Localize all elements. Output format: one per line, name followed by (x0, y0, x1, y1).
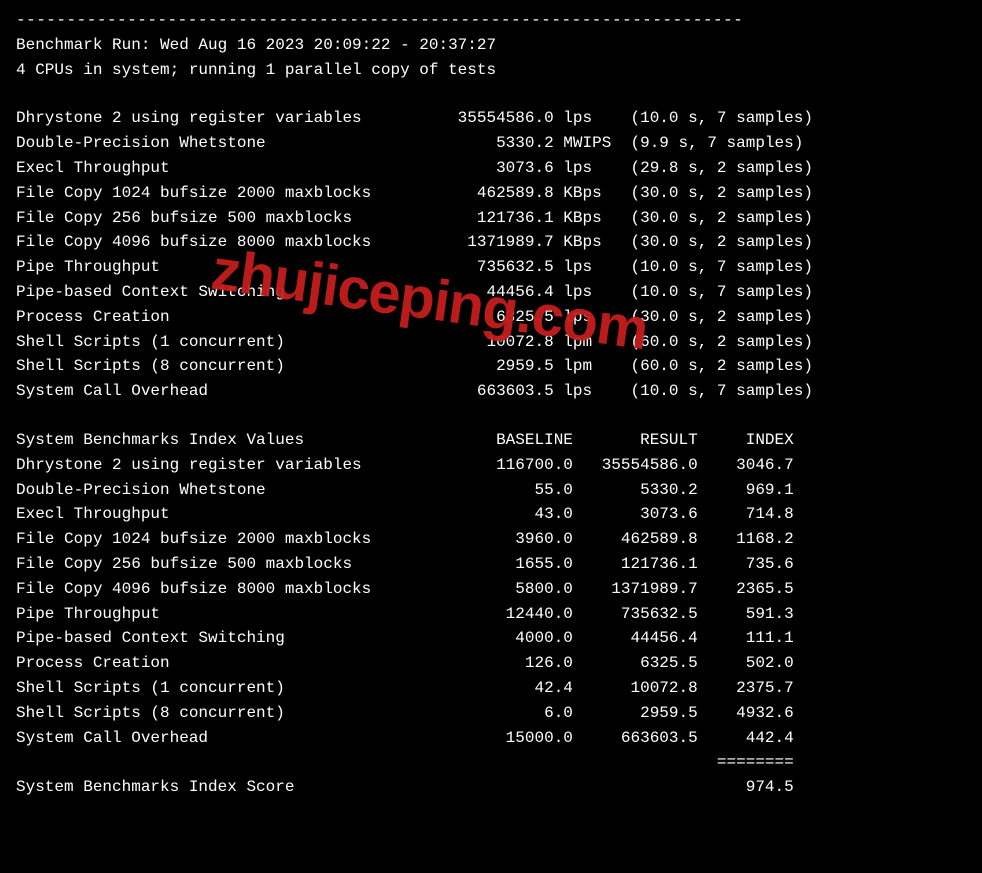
index-row: Double-Precision Whetstone 55.0 5330.2 9… (16, 478, 966, 503)
result-row: Process Creation 6325.5 lps (30.0 s, 2 s… (16, 305, 966, 330)
result-row: Shell Scripts (1 concurrent) 10072.8 lpm… (16, 330, 966, 355)
result-row: Pipe-based Context Switching 44456.4 lps… (16, 280, 966, 305)
result-row: Double-Precision Whetstone 5330.2 MWIPS … (16, 131, 966, 156)
results-block: Dhrystone 2 using register variables 355… (16, 106, 966, 404)
index-row: System Call Overhead 15000.0 663603.5 44… (16, 726, 966, 751)
cpu-info-line: 4 CPUs in system; running 1 parallel cop… (16, 58, 966, 83)
index-row: File Copy 256 bufsize 500 maxblocks 1655… (16, 552, 966, 577)
result-row: Shell Scripts (8 concurrent) 2959.5 lpm … (16, 354, 966, 379)
result-row: Pipe Throughput 735632.5 lps (10.0 s, 7 … (16, 255, 966, 280)
separator-line: ----------------------------------------… (16, 8, 966, 33)
index-separator: ======== (16, 750, 966, 775)
result-row: File Copy 4096 bufsize 8000 maxblocks 13… (16, 230, 966, 255)
result-row: Execl Throughput 3073.6 lps (29.8 s, 2 s… (16, 156, 966, 181)
index-row: File Copy 1024 bufsize 2000 maxblocks 39… (16, 527, 966, 552)
index-row: Shell Scripts (1 concurrent) 42.4 10072.… (16, 676, 966, 701)
score-row: System Benchmarks Index Score 974.5 (16, 775, 966, 800)
index-row: Execl Throughput 43.0 3073.6 714.8 (16, 502, 966, 527)
index-row: Pipe-based Context Switching 4000.0 4445… (16, 626, 966, 651)
index-row: Pipe Throughput 12440.0 735632.5 591.3 (16, 602, 966, 627)
index-header-row: System Benchmarks Index Values BASELINE … (16, 428, 966, 453)
result-row: System Call Overhead 663603.5 lps (10.0 … (16, 379, 966, 404)
index-block: Dhrystone 2 using register variables 116… (16, 453, 966, 751)
result-row: File Copy 256 bufsize 500 maxblocks 1217… (16, 206, 966, 231)
benchmark-run-line: Benchmark Run: Wed Aug 16 2023 20:09:22 … (16, 33, 966, 58)
index-row: Process Creation 126.0 6325.5 502.0 (16, 651, 966, 676)
index-row: Dhrystone 2 using register variables 116… (16, 453, 966, 478)
index-row: File Copy 4096 bufsize 8000 maxblocks 58… (16, 577, 966, 602)
result-row: File Copy 1024 bufsize 2000 maxblocks 46… (16, 181, 966, 206)
index-row: Shell Scripts (8 concurrent) 6.0 2959.5 … (16, 701, 966, 726)
result-row: Dhrystone 2 using register variables 355… (16, 106, 966, 131)
